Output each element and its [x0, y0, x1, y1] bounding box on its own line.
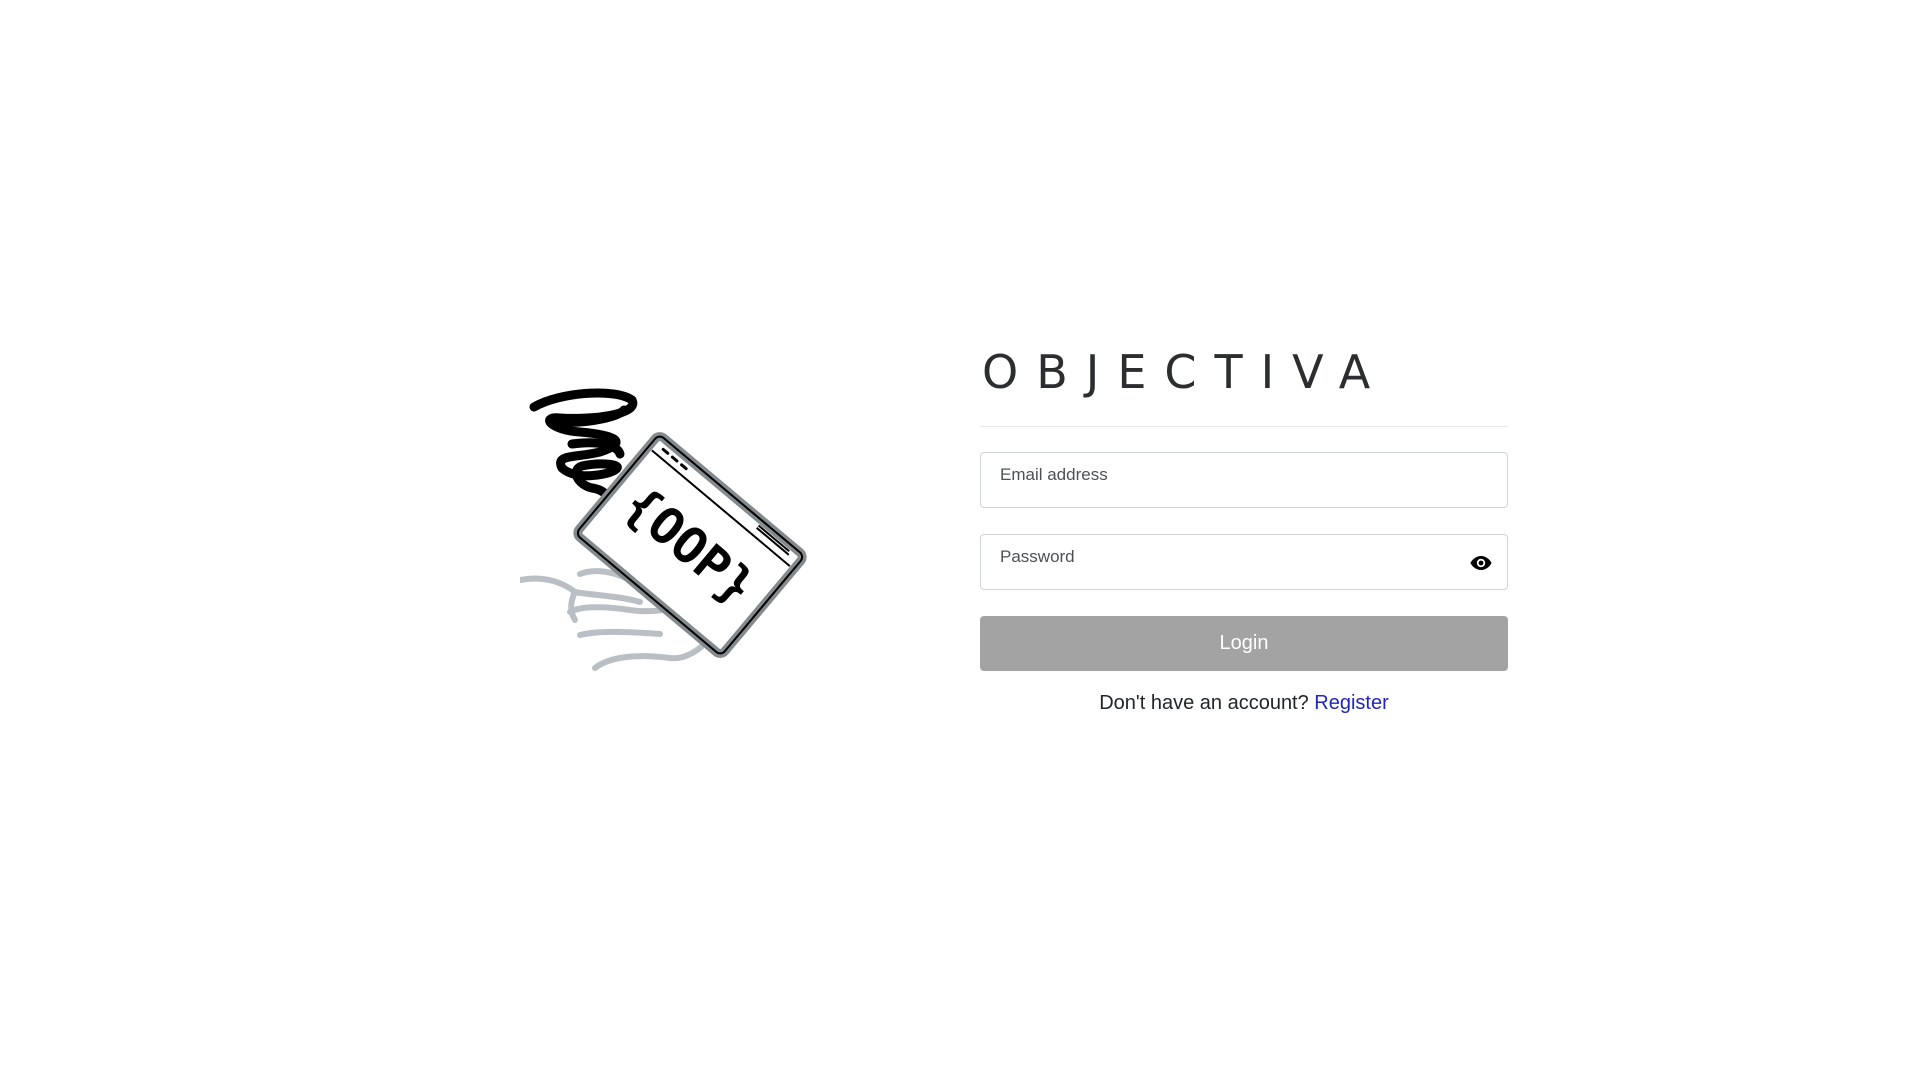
password-input[interactable]: [981, 535, 1507, 589]
register-prompt-text: Don't have an account?: [1099, 692, 1315, 714]
eye-icon: [1470, 556, 1492, 570]
register-link[interactable]: Register: [1314, 692, 1388, 714]
show-password-toggle[interactable]: [1467, 549, 1495, 577]
email-input[interactable]: [981, 453, 1507, 507]
password-field[interactable]: Password: [980, 534, 1508, 590]
login-button[interactable]: Login: [980, 616, 1508, 671]
title-divider: [980, 426, 1508, 427]
login-panel: OBJECTIVA Email address Password Login D…: [980, 336, 1508, 715]
register-prompt-row: Don't have an account? Register: [980, 692, 1508, 715]
brand-title: OBJECTIVA: [982, 345, 1389, 399]
email-field[interactable]: Email address: [980, 452, 1508, 508]
login-page: {OOP} OBJECTIVA Email address Password L…: [0, 0, 1918, 1079]
oop-logo-illustration: {OOP}: [520, 380, 840, 710]
